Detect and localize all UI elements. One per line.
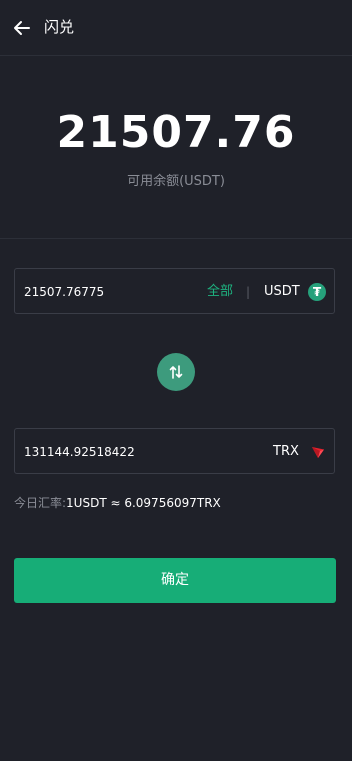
page-title: 闪兑 (44, 18, 75, 36)
from-amount-input[interactable]: 21507.76775 (24, 284, 104, 300)
back-button[interactable] (12, 18, 32, 38)
to-amount-output: 131144.92518422 (24, 445, 135, 459)
section-divider (0, 238, 352, 239)
exchange-rate-value: 1USDT ≈ 6.09756097TRX (66, 496, 221, 510)
from-token-label: USDT (264, 284, 300, 299)
confirm-button[interactable]: 确定 (14, 558, 336, 603)
from-amount-field[interactable]: 21507.76775 全部 | USDT ₮ (14, 268, 335, 314)
app-header: 闪兑 (0, 0, 352, 56)
available-balance-label: 可用余额(USDT) (127, 174, 225, 189)
max-amount-button[interactable]: 全部 (207, 283, 233, 301)
swap-arrows-icon (169, 365, 183, 379)
to-amount-field[interactable]: 131144.92518422 TRX (14, 428, 335, 474)
to-token-label: TRX (273, 444, 299, 459)
tron-icon (312, 447, 324, 458)
tether-icon: ₮ (308, 283, 326, 301)
swap-direction-button[interactable] (157, 353, 195, 391)
available-balance-value: 21507.76 (56, 107, 296, 158)
exchange-rate-label: 今日汇率: (14, 496, 67, 510)
arrow-left-icon (14, 21, 30, 35)
exchange-rate: 今日汇率:1USDT ≈ 6.09756097TRX (14, 495, 221, 511)
field-separator: | (246, 285, 251, 299)
